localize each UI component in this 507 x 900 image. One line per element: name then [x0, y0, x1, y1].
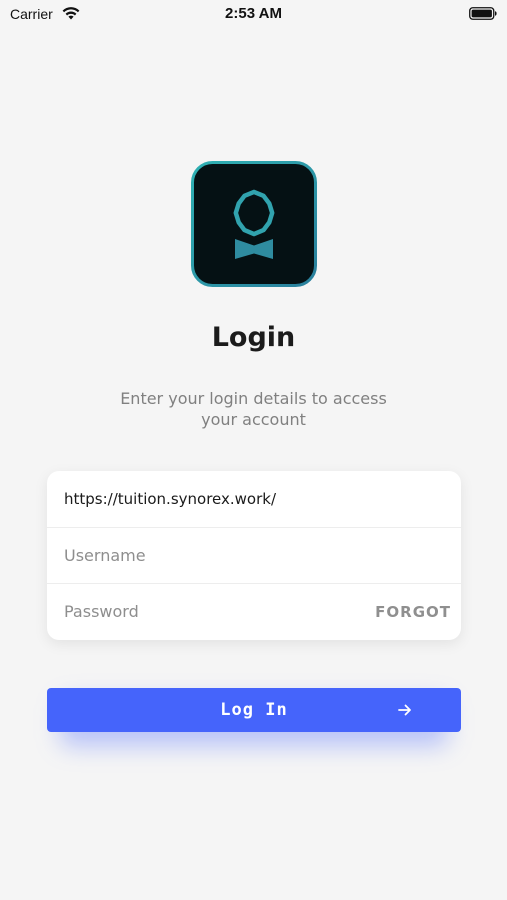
- username-row: [47, 527, 461, 584]
- battery-full-icon: [469, 7, 497, 20]
- status-bar: Carrier 2:53 AM: [0, 0, 507, 28]
- username-field[interactable]: [64, 527, 364, 583]
- server-url-row: [47, 471, 461, 528]
- login-button[interactable]: Log In: [47, 688, 461, 732]
- password-field[interactable]: [64, 583, 364, 640]
- forgot-password-link[interactable]: FORGOT: [375, 583, 451, 640]
- login-instructions: Enter your login details to access your …: [120, 389, 387, 429]
- password-row: FORGOT: [47, 583, 461, 640]
- server-url-field[interactable]: [64, 471, 364, 527]
- page-title: Login: [211, 322, 296, 353]
- arrow-right-icon: [398, 704, 411, 716]
- app-logo: [191, 161, 317, 287]
- login-form-card: FORGOT: [47, 471, 461, 640]
- status-time: 2:53 AM: [225, 5, 282, 22]
